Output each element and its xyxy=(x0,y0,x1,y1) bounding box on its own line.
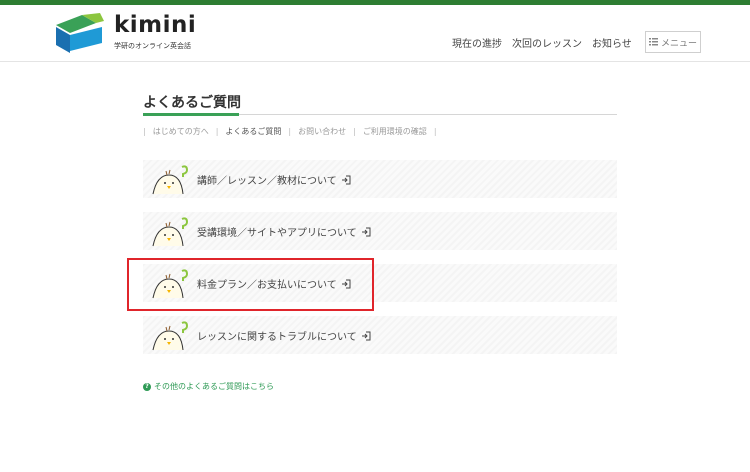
more-faq-link[interactable]: ? その他のよくあるご質問はこちら xyxy=(143,381,274,392)
faq-category-environment[interactable]: 受講環境／サイトやアプリについて xyxy=(143,212,617,250)
title-accent xyxy=(143,113,239,116)
question-chick-icon xyxy=(152,165,189,195)
question-circle-icon: ? xyxy=(143,382,151,391)
nav-news-link[interactable]: お知らせ xyxy=(592,35,632,50)
nav-progress-link[interactable]: 現在の進捗 xyxy=(452,35,502,50)
category-label: レッスンに関するトラブルについて xyxy=(197,332,357,343)
faq-subnav: | はじめての方へ | よくあるご質問 | お問い合わせ | ご利用環境の確認 … xyxy=(143,126,437,137)
sign-in-arrow-icon xyxy=(361,227,371,236)
site-header: kimini 学研のオンライン英会話 現在の進捗 次回のレッスン お知らせ メニ… xyxy=(0,5,750,62)
more-faq-link-label: その他のよくあるご質問はこちら xyxy=(154,382,274,391)
subnav-item-contact[interactable]: お問い合わせ xyxy=(298,126,346,137)
subnav-item-faq[interactable]: よくあるご質問 xyxy=(225,126,281,137)
sign-in-arrow-icon xyxy=(361,331,371,340)
nav-next-lesson-link[interactable]: 次回のレッスン xyxy=(512,35,582,50)
page-title: よくあるご質問 xyxy=(143,95,241,111)
brand-name: kimini xyxy=(114,12,197,38)
menu-button[interactable]: メニュー xyxy=(645,31,701,53)
faq-category-teachers[interactable]: 講師／レッスン／教材について xyxy=(143,160,617,198)
category-label: 講師／レッスン／教材について xyxy=(197,176,337,187)
question-chick-icon xyxy=(152,217,189,247)
kimini-logo-icon xyxy=(56,13,104,53)
list-icon xyxy=(648,38,658,46)
brand-tagline: 学研のオンライン英会話 xyxy=(114,42,191,50)
faq-category-lesson-trouble[interactable]: レッスンに関するトラブルについて xyxy=(143,316,617,354)
subnav-item-first-time[interactable]: はじめての方へ xyxy=(153,126,209,137)
sign-in-arrow-icon xyxy=(341,175,351,184)
category-label: 受講環境／サイトやアプリについて xyxy=(197,228,357,239)
question-chick-icon xyxy=(152,321,189,351)
menu-label: メニュー xyxy=(660,38,697,49)
kimini-logo[interactable]: kimini 学研のオンライン英会話 xyxy=(52,12,252,57)
subnav-item-environment-check[interactable]: ご利用環境の確認 xyxy=(363,126,427,137)
highlight-box xyxy=(127,258,374,311)
